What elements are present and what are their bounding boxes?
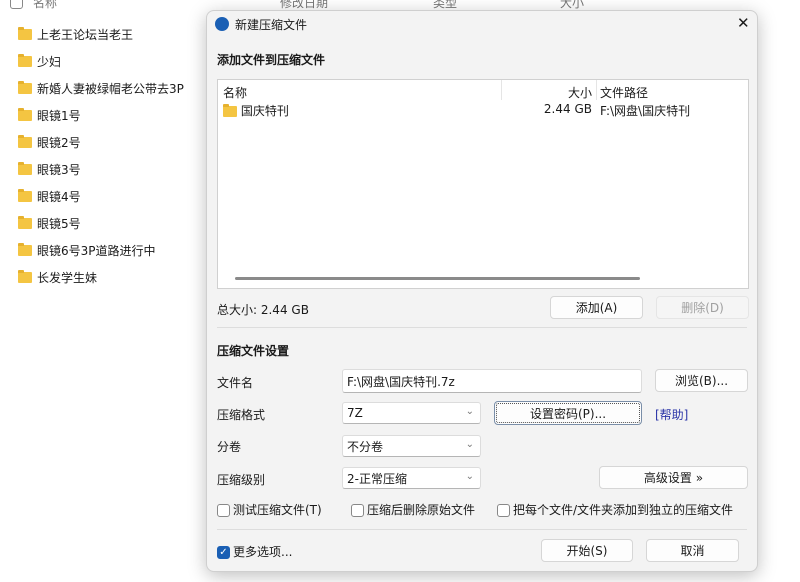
- split-value: 不分卷: [347, 439, 384, 454]
- more-options-toggle[interactable]: ✓ 更多选项...: [217, 543, 292, 560]
- cancel-button[interactable]: 取消: [646, 539, 739, 562]
- explorer-folder-item[interactable]: 眼镜2号: [18, 133, 81, 151]
- level-label: 压缩级别: [217, 473, 266, 487]
- folder-icon: [18, 188, 32, 202]
- more-options-label: 更多选项...: [233, 545, 293, 559]
- more-options-checkbox[interactable]: ✓: [217, 546, 230, 559]
- folder-icon: [18, 107, 32, 121]
- column-size[interactable]: 大小: [560, 0, 584, 10]
- separate-archives-checkbox[interactable]: [497, 504, 510, 517]
- delete-after-option[interactable]: 压缩后删除原始文件: [351, 501, 475, 518]
- separate-archives-option[interactable]: 把每个文件/文件夹添加到独立的压缩文件: [497, 501, 733, 518]
- explorer-folder-item[interactable]: 上老王论坛当老王: [18, 25, 133, 43]
- split-select[interactable]: 不分卷 ⌄: [342, 435, 481, 457]
- test-archive-option[interactable]: 测试压缩文件(T): [217, 501, 322, 518]
- folder-name: 新婚人妻被绿帽老公带去3P: [37, 81, 184, 96]
- explorer-folder-item[interactable]: 眼镜6号3P道路进行中: [18, 241, 156, 259]
- folder-name: 上老王论坛当老王: [37, 27, 134, 42]
- folder-icon: [18, 134, 32, 148]
- chevron-down-icon: ⌄: [465, 406, 474, 417]
- chevron-down-icon: ⌄: [465, 439, 474, 450]
- add-button[interactable]: 添加(A): [550, 296, 643, 319]
- explorer-folder-item[interactable]: 新婚人妻被绿帽老公带去3P: [18, 79, 184, 97]
- column-type[interactable]: 类型: [433, 0, 457, 10]
- format-value: 7Z: [347, 406, 363, 420]
- help-link[interactable]: [帮助]: [655, 406, 688, 423]
- split-label: 分卷: [217, 440, 242, 454]
- horizontal-scrollbar[interactable]: [235, 277, 640, 280]
- header-name[interactable]: 名称: [223, 84, 247, 101]
- delete-button[interactable]: 删除(D): [656, 296, 749, 319]
- folder-name: 眼镜6号3P道路进行中: [37, 243, 156, 258]
- folder-icon: [18, 53, 32, 67]
- explorer-folder-item[interactable]: 眼镜4号: [18, 187, 81, 205]
- explorer-folder-item[interactable]: 眼镜5号: [18, 214, 81, 232]
- level-select[interactable]: 2-正常压缩 ⌄: [342, 467, 481, 489]
- total-size: 总大小: 2.44 GB: [217, 303, 309, 317]
- chevron-down-icon: ⌄: [465, 471, 474, 482]
- file-list[interactable]: 名称 大小 文件路径 国庆特刊 2.44 GB F:\网盘\国庆特刊: [217, 79, 749, 289]
- folder-icon: [18, 215, 32, 229]
- header-path[interactable]: 文件路径: [600, 84, 648, 101]
- set-password-button[interactable]: 设置密码(P)...: [494, 401, 642, 425]
- add-section-heading: 添加文件到压缩文件: [217, 53, 326, 67]
- new-archive-dialog: 新建压缩文件 ✕ 添加文件到压缩文件 名称 大小 文件路径 国庆特刊 2.44 …: [206, 10, 758, 572]
- folder-icon: [18, 26, 32, 40]
- row-path: F:\网盘\国庆特刊: [600, 104, 691, 118]
- row-size: 2.44 GB: [543, 102, 592, 116]
- folder-name: 眼镜3号: [37, 162, 81, 177]
- explorer-folder-item[interactable]: 眼镜1号: [18, 106, 81, 124]
- explorer-folder-item[interactable]: 少妇: [18, 52, 61, 70]
- folder-name: 长发学生妹: [37, 270, 98, 285]
- select-all-checkbox[interactable]: [10, 0, 23, 9]
- folder-name: 眼镜1号: [37, 108, 81, 123]
- column-date[interactable]: 修改日期: [280, 0, 328, 10]
- test-archive-checkbox[interactable]: [217, 504, 230, 517]
- level-value: 2-正常压缩: [347, 471, 407, 486]
- delete-after-label: 压缩后删除原始文件: [367, 503, 476, 517]
- filename-label: 文件名: [217, 376, 254, 390]
- delete-after-checkbox[interactable]: [351, 504, 364, 517]
- folder-icon: [18, 161, 32, 175]
- folder-name: 眼镜5号: [37, 216, 81, 231]
- format-label: 压缩格式: [217, 408, 266, 422]
- browse-button[interactable]: 浏览(B)...: [655, 369, 748, 392]
- list-row[interactable]: 国庆特刊 2.44 GB F:\网盘\国庆特刊: [218, 100, 748, 118]
- folder-name: 眼镜2号: [37, 135, 81, 150]
- row-name: 国庆特刊: [240, 104, 289, 118]
- folder-icon: [18, 80, 32, 94]
- explorer-folder-item[interactable]: 眼镜3号: [18, 160, 81, 178]
- header-size[interactable]: 大小: [508, 84, 592, 101]
- folder-name: 少妇: [37, 54, 62, 69]
- filename-input[interactable]: F:\网盘\国庆特刊.7z: [342, 369, 642, 393]
- app-logo-icon: [215, 17, 229, 31]
- folder-name: 眼镜4号: [37, 189, 81, 204]
- start-button[interactable]: 开始(S): [541, 539, 633, 562]
- close-icon[interactable]: ✕: [737, 14, 750, 32]
- explorer-folder-item[interactable]: 长发学生妹: [18, 268, 97, 286]
- format-select[interactable]: 7Z ⌄: [342, 402, 481, 424]
- advanced-settings-button[interactable]: 高级设置 »: [599, 466, 748, 489]
- test-archive-label: 测试压缩文件(T): [233, 503, 322, 517]
- folder-icon: [18, 269, 32, 283]
- folder-icon: [223, 104, 237, 117]
- separate-archives-label: 把每个文件/文件夹添加到独立的压缩文件: [513, 503, 734, 517]
- column-name[interactable]: 名称: [33, 0, 57, 10]
- dialog-title: 新建压缩文件: [235, 18, 308, 32]
- settings-section-heading: 压缩文件设置: [217, 344, 290, 358]
- folder-icon: [18, 242, 32, 256]
